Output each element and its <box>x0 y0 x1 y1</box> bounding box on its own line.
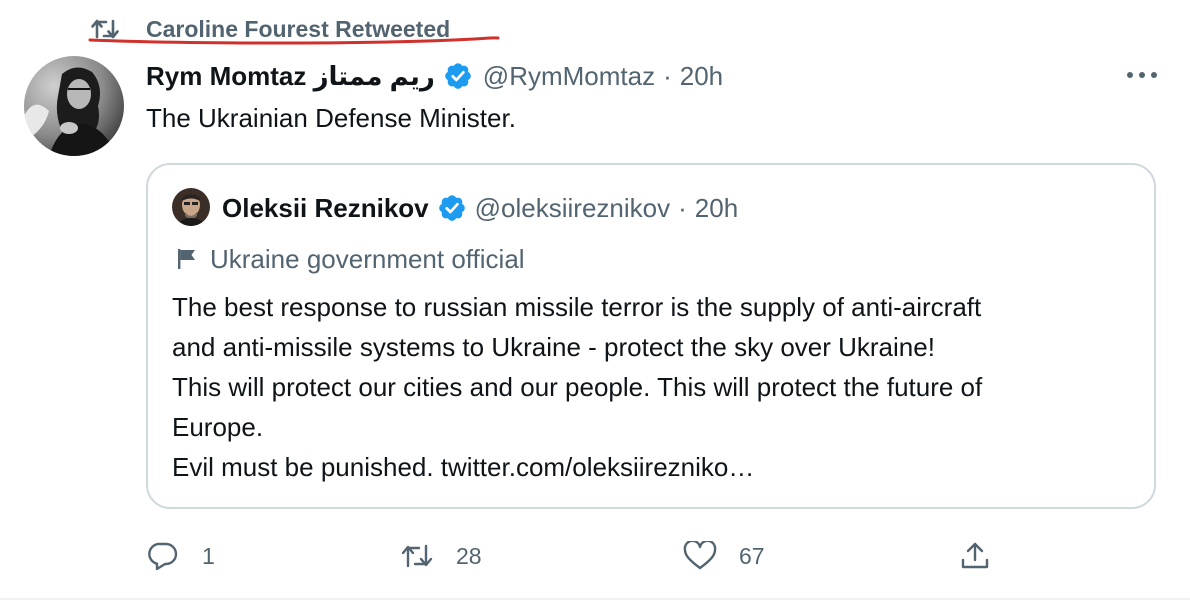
quoted-author-avatar[interactable] <box>172 188 210 226</box>
reply-count: 1 <box>202 542 215 569</box>
quoted-text-line: The best response to russian missile ter… <box>172 292 982 322</box>
retweet-button[interactable]: 28 <box>400 534 482 578</box>
more-icon <box>1125 66 1159 84</box>
quoted-text-line[interactable]: Evil must be punished. twitter.com/oleks… <box>172 447 1142 487</box>
annotation-underline <box>88 36 500 45</box>
reply-icon <box>146 539 180 573</box>
like-button[interactable]: 67 <box>683 534 765 578</box>
separator-dot: · <box>663 60 672 91</box>
government-official-label-text: Ukraine government official <box>210 243 525 274</box>
flag-icon <box>176 247 198 271</box>
tweet-header: Rym Momtaz ريم ممتاز @RymMomtaz · 20h <box>146 56 723 96</box>
quoted-tweet-text: The best response to russian missile ter… <box>172 287 1142 487</box>
author-avatar[interactable] <box>24 56 124 156</box>
author-name[interactable]: Rym Momtaz ريم ممتاز <box>146 61 435 92</box>
quoted-text-line: Europe. <box>172 412 264 442</box>
retweet-icon <box>400 539 434 573</box>
verified-badge-icon <box>443 61 473 91</box>
author-handle[interactable]: @RymMomtaz <box>483 61 655 92</box>
quoted-tweet-timestamp[interactable]: 20h <box>695 193 738 224</box>
share-icon <box>958 539 992 573</box>
government-official-label: Ukraine government official <box>176 241 525 277</box>
verified-badge-icon <box>437 193 467 223</box>
tweet-timestamp[interactable]: 20h <box>680 61 723 92</box>
quoted-text-line: This will protect our cities and our peo… <box>172 372 983 402</box>
separator-dot: · <box>678 192 687 223</box>
quoted-tweet-card[interactable]: Oleksii Reznikov @oleksiireznikov · 20h … <box>146 163 1156 509</box>
quoted-author-name[interactable]: Oleksii Reznikov <box>222 193 429 224</box>
tweet-text: The Ukrainian Defense Minister. <box>146 103 516 133</box>
more-options-button[interactable] <box>1122 62 1162 88</box>
reply-button[interactable]: 1 <box>146 534 215 578</box>
share-button[interactable] <box>958 534 992 578</box>
quoted-tweet-header: Oleksii Reznikov @oleksiireznikov · 20h <box>222 189 738 227</box>
retweet-count: 28 <box>456 542 482 569</box>
quoted-author-handle[interactable]: @oleksiireznikov <box>475 193 670 224</box>
tweet-actions: 1 28 67 <box>146 534 1006 578</box>
heart-icon <box>683 539 717 573</box>
quoted-text-line: and anti-missile systems to Ukraine - pr… <box>172 332 935 362</box>
like-count: 67 <box>739 542 765 569</box>
